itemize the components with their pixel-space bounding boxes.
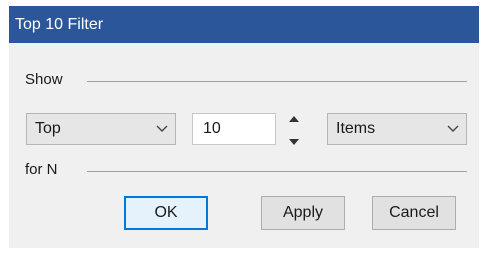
cancel-button[interactable]: Cancel [372, 196, 456, 230]
apply-button[interactable]: Apply [261, 196, 345, 230]
direction-dropdown[interactable]: Top [26, 113, 176, 145]
chevron-down-icon [149, 114, 175, 144]
unit-dropdown[interactable]: Items [327, 113, 467, 145]
for-group-label: for N [25, 161, 64, 178]
dialog-title: Top 10 Filter [9, 6, 479, 43]
count-spinner[interactable] [287, 113, 301, 145]
direction-value: Top [35, 120, 61, 137]
unit-value: Items [336, 120, 376, 137]
chevron-down-icon [440, 114, 466, 144]
spin-down-icon[interactable] [289, 132, 299, 149]
count-input[interactable]: 10 [192, 113, 276, 145]
for-group-rule [87, 171, 467, 172]
show-group-rule [87, 81, 467, 82]
spin-up-icon[interactable] [289, 109, 299, 126]
dialog-body: Show Top 10 Items for N OK Apply Cancel [9, 43, 479, 248]
show-group-label: Show [25, 71, 69, 88]
ok-button[interactable]: OK [124, 196, 208, 230]
top10-filter-dialog: Top 10 Filter Show Top 10 Items for N OK… [9, 6, 479, 248]
